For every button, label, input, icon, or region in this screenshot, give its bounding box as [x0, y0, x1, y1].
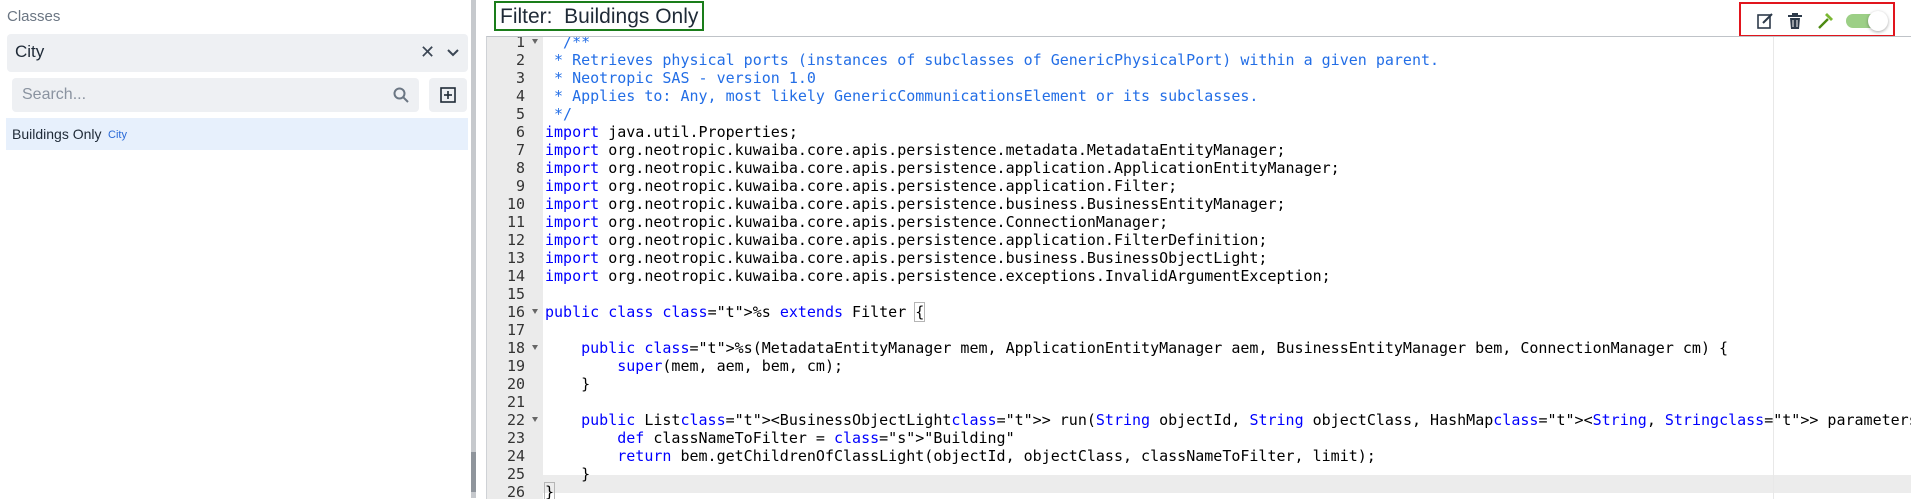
code-line: } [545, 465, 591, 483]
line-number: 26 [506, 483, 525, 499]
edit-icon[interactable] [1756, 12, 1774, 30]
line-number: 15 [506, 285, 525, 303]
line-number: 11 [506, 213, 525, 231]
line-number: 25 [506, 465, 525, 483]
search-input[interactable] [12, 78, 392, 112]
code-line: super(mem, aem, bem, cm); [617, 357, 844, 375]
code-line: } [543, 482, 556, 499]
code-line: import org.neotropic.kuwaiba.core.apis.p… [545, 177, 1178, 195]
enabled-toggle[interactable] [1846, 11, 1888, 31]
line-number: 1 [487, 37, 543, 51]
code-line: /** [545, 36, 591, 51]
filter-toolbar [1739, 2, 1895, 37]
line-number: 5 [515, 105, 525, 123]
code-line: import org.neotropic.kuwaiba.core.apis.p… [545, 141, 1286, 159]
line-number: 2 [515, 51, 525, 69]
code-line: def classNameToFilter = class="s">"Build… [617, 429, 1015, 447]
line-number: 13 [506, 249, 525, 267]
fold-toggle-icon[interactable] [532, 309, 538, 314]
code-line: import org.neotropic.kuwaiba.core.apis.p… [545, 213, 1169, 231]
add-filter-button[interactable] [429, 78, 467, 112]
line-number: 21 [506, 393, 525, 411]
active-line-highlight [543, 475, 1911, 493]
code-line: * Retrieves physical ports (instances of… [545, 51, 1440, 69]
code-line: return bem.getChildrenOfClassLight(objec… [617, 447, 1376, 465]
code-line: * Neotropic SAS - version 1.0 [545, 69, 816, 87]
line-number: 16 [487, 303, 543, 321]
search-icon[interactable] [392, 86, 410, 104]
filter-title: Filter: Buildings Only [494, 1, 705, 31]
line-number: 19 [506, 357, 525, 375]
panel-splitter[interactable] [471, 0, 476, 498]
trash-icon[interactable] [1786, 12, 1804, 30]
toggle-knob [1868, 11, 1888, 31]
code-line: public class class="t">%s extends Filter… [545, 302, 926, 322]
code-line: * Applies to: Any, most likely GenericCo… [545, 87, 1259, 105]
line-number: 9 [515, 177, 525, 195]
code-line: import java.util.Properties; [545, 123, 798, 141]
code-line: import org.neotropic.kuwaiba.core.apis.p… [545, 249, 1268, 267]
code-line: } [545, 375, 591, 393]
code-line: */ [545, 105, 573, 123]
code-line: import org.neotropic.kuwaiba.core.apis.p… [545, 159, 1340, 177]
line-number: 18 [487, 339, 543, 357]
code-line: public Listclass="t"><BusinessObjectLigh… [581, 411, 1911, 429]
code-line: import org.neotropic.kuwaiba.core.apis.p… [545, 267, 1331, 285]
class-combo-box[interactable]: City ✕ [7, 34, 468, 72]
line-number: 10 [506, 195, 525, 213]
fold-toggle-icon[interactable] [532, 39, 538, 44]
filter-name: Buildings Only [12, 126, 102, 142]
line-number: 24 [506, 447, 525, 465]
fold-toggle-icon[interactable] [532, 345, 538, 350]
plus-square-icon [440, 87, 456, 103]
filter-class-badge: City [108, 129, 127, 141]
editor-gutter: 1 2 3 4 5 6 7 8 9 10 11 12 13 14 15 16 17 18 19 20 21 22 23 24 2… [487, 37, 543, 499]
fold-toggle-icon[interactable] [532, 417, 538, 422]
line-number: 6 [515, 123, 525, 141]
line-number: 22 [487, 411, 543, 429]
code-line: import org.neotropic.kuwaiba.core.apis.p… [545, 231, 1268, 249]
class-combo-value: City [15, 42, 45, 61]
line-number: 4 [515, 87, 525, 105]
line-number: 8 [515, 159, 525, 177]
line-number: 12 [506, 231, 525, 249]
list-item[interactable]: Buildings Only City [6, 118, 468, 150]
splitter-handle[interactable] [471, 452, 476, 492]
code-line: public class="t">%s(MetadataEntityManage… [581, 339, 1729, 357]
print-margin [1773, 37, 1774, 499]
line-number: 7 [515, 141, 525, 159]
code-editor[interactable]: 1 2 3 4 5 6 7 8 9 10 11 12 13 14 15 16 17 18 19 20 21 22 23 24 2… [486, 36, 1911, 499]
line-number: 23 [506, 429, 525, 447]
classes-panel: Classes City ✕ Buildings Only City [0, 0, 470, 498]
line-number: 3 [515, 69, 525, 87]
line-number: 14 [506, 267, 525, 285]
code-line: import org.neotropic.kuwaiba.core.apis.p… [545, 195, 1286, 213]
line-number: 17 [506, 321, 525, 339]
search-box [12, 78, 419, 112]
clear-icon[interactable]: ✕ [420, 42, 435, 63]
hammer-icon[interactable] [1816, 12, 1834, 30]
classes-label: Classes [7, 8, 61, 25]
chevron-down-icon[interactable] [444, 43, 462, 61]
line-number: 20 [506, 375, 525, 393]
